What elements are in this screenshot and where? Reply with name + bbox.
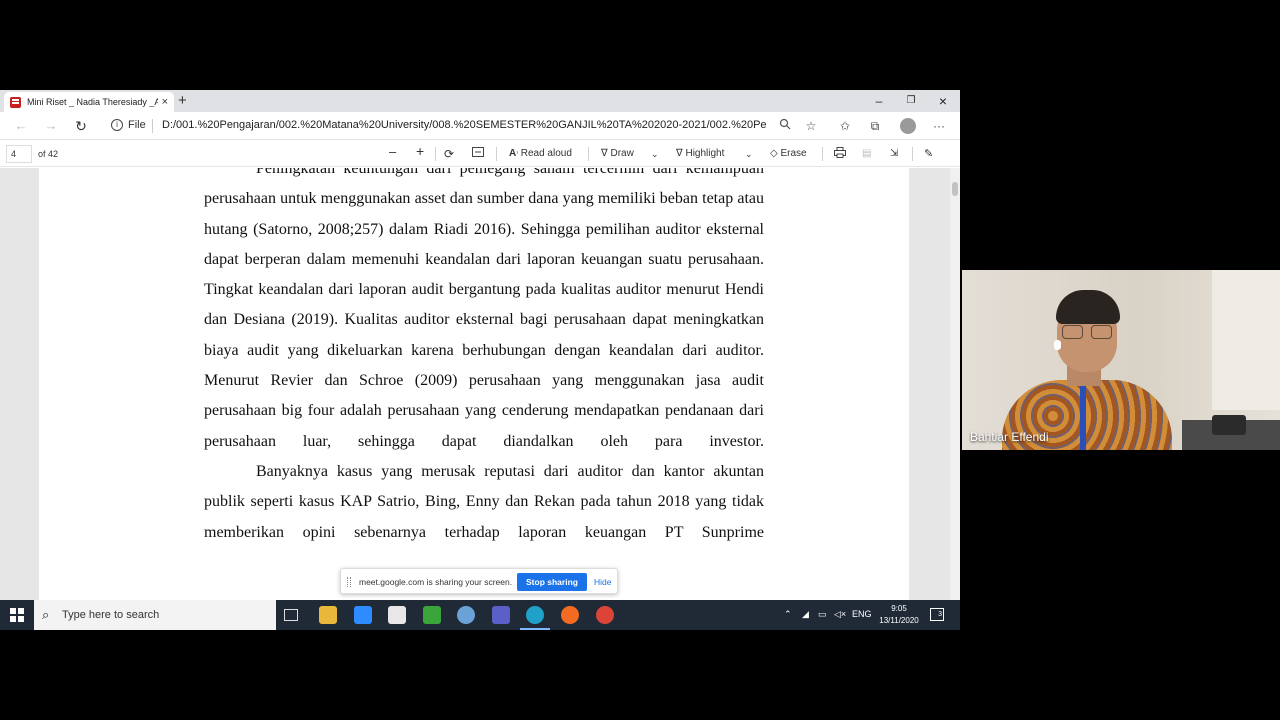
read-aloud-button[interactable]: A⁾ Read aloud — [509, 147, 572, 162]
close-window-button[interactable]: × — [934, 92, 952, 110]
page-count: of 42 — [38, 149, 59, 159]
back-icon[interactable]: ← — [12, 117, 30, 135]
pdf-scrollbar[interactable] — [950, 168, 960, 600]
profile-avatar-icon[interactable] — [900, 118, 916, 134]
drag-handle-icon[interactable] — [347, 577, 351, 587]
highlight-button[interactable]: ∇ Highlight — [676, 147, 724, 161]
windows-taskbar: ⌕ Type here to search ⌃ ◢ ▭ ◁× ENG 9:05 … — [0, 600, 960, 630]
network-icon[interactable]: ◢ — [802, 609, 809, 620]
draw-icon: ∇ — [601, 148, 608, 159]
document-paragraph-2: Banyaknya kasus yang merusak reputasi da… — [204, 462, 764, 541]
firefox-icon[interactable] — [561, 606, 579, 624]
active-app-indicator — [520, 628, 550, 630]
store-icon[interactable] — [388, 606, 406, 624]
print-icon[interactable] — [834, 147, 846, 163]
task-view-icon[interactable] — [284, 609, 298, 621]
clock-date: 13/11/2020 — [879, 616, 919, 625]
pdf-viewer[interactable]: Peningkatan keuntungan dari pemegang sah… — [0, 168, 960, 600]
clock-time: 9:05 — [891, 604, 907, 613]
highlight-options-chevron-icon[interactable]: ⌄ — [745, 147, 753, 161]
taskbar-search[interactable]: ⌕ Type here to search — [34, 600, 276, 630]
favorite-star-icon[interactable]: ☆ — [802, 117, 820, 135]
document-paragraph-1: Peningkatan keuntungan dari pemegang sah… — [204, 168, 764, 450]
zoom-app-icon[interactable] — [354, 606, 372, 624]
share-message: meet.google.com is sharing your screen. — [359, 577, 513, 587]
windows-start-icon[interactable] — [10, 608, 24, 622]
notifications-icon[interactable]: 3 — [930, 608, 944, 621]
save-as-icon[interactable]: ⇲ — [890, 147, 898, 161]
highlight-icon: ∇ — [676, 148, 683, 159]
browser-tab-bar: Mini Riset _ Nadia Theresiady _A × + – ❐… — [0, 90, 960, 112]
page-number-input[interactable]: 4 — [6, 145, 32, 163]
meeting-stage: Mini Riset _ Nadia Theresiady _A × + – ❐… — [0, 0, 1280, 720]
forward-icon[interactable]: → — [42, 117, 60, 135]
scrollbar-thumb[interactable] — [952, 182, 958, 196]
toolbar-divider — [912, 147, 913, 161]
participant-video-tile[interactable]: Bahtiar Effendi — [962, 270, 1280, 450]
restore-button[interactable]: ❐ — [902, 92, 920, 110]
video-window — [1212, 270, 1280, 410]
toolbar-divider — [822, 147, 823, 161]
highlight-label: Highlight — [685, 148, 725, 159]
read-aloud-label: Read aloud — [520, 148, 572, 159]
volume-icon[interactable]: ◁× — [834, 609, 846, 620]
toolbar-divider — [588, 147, 589, 161]
draw-label: Draw — [610, 148, 634, 159]
new-tab-button[interactable]: + — [178, 92, 187, 110]
taskbar-clock[interactable]: 9:05 13/11/2020 — [872, 603, 926, 627]
language-indicator[interactable]: ENG — [852, 609, 872, 619]
shared-screen: Mini Riset _ Nadia Theresiady _A × + – ❐… — [0, 90, 960, 630]
green-app-icon[interactable] — [423, 606, 441, 624]
erase-button[interactable]: ◇ Erase — [770, 147, 807, 161]
hide-button[interactable]: Hide — [594, 577, 611, 587]
lanyard — [1080, 382, 1086, 450]
tray-chevron-icon[interactable]: ⌃ — [784, 609, 792, 620]
search-icon: ⌕ — [42, 607, 50, 622]
address-bar: ← → ↻ i File D:/001.%20Pengajaran/002.%2… — [0, 112, 960, 140]
pdf-toolbar: 4 of 42 – + ⟳ A⁾ Read aloud ∇ Draw ⌄ ∇ H… — [0, 141, 960, 167]
zoom-icon[interactable] — [776, 117, 794, 135]
document-body: Peningkatan keuntungan dari pemegang sah… — [204, 168, 764, 548]
glasses — [1062, 325, 1112, 339]
globe-app-icon[interactable] — [457, 606, 475, 624]
zoom-out-button[interactable]: – — [389, 145, 396, 159]
screen-share-notice: meet.google.com is sharing your screen. … — [340, 568, 618, 594]
refresh-icon[interactable]: ↻ — [72, 117, 90, 135]
browser-tab[interactable]: Mini Riset _ Nadia Theresiady _A × — [4, 92, 174, 112]
more-menu-icon[interactable]: ··· — [930, 117, 948, 135]
draw-button[interactable]: ∇ Draw — [601, 147, 634, 161]
pin-toolbar-icon[interactable]: ✎ — [924, 147, 933, 161]
address-separator — [152, 119, 153, 133]
participant-name: Bahtiar Effendi — [970, 430, 1049, 444]
erase-label: Erase — [780, 148, 807, 159]
stop-sharing-button[interactable]: Stop sharing — [517, 573, 587, 591]
rotate-icon[interactable]: ⟳ — [444, 147, 454, 161]
file-explorer-icon[interactable] — [319, 606, 337, 624]
earbud — [1054, 340, 1061, 350]
tab-close-icon[interactable]: × — [162, 96, 168, 108]
desk-phone — [1212, 415, 1246, 435]
teams-icon[interactable] — [492, 606, 510, 624]
edge-icon[interactable] — [526, 606, 544, 624]
pdf-icon — [10, 96, 21, 108]
chrome-icon[interactable] — [596, 606, 614, 624]
file-label: File — [128, 119, 146, 131]
save-icon[interactable]: ▤ — [862, 147, 871, 161]
toolbar-divider — [496, 147, 497, 161]
collections-icon[interactable]: ⧉ — [866, 117, 884, 135]
zoom-in-button[interactable]: + — [416, 144, 424, 158]
url-field[interactable]: D:/001.%20Pengajaran/002.%20Matana%20Uni… — [162, 119, 767, 131]
info-icon[interactable]: i — [111, 119, 123, 131]
favorites-icon[interactable]: ✩ — [836, 117, 854, 135]
search-placeholder: Type here to search — [62, 609, 160, 621]
toolbar-divider — [435, 147, 436, 161]
minimize-button[interactable]: – — [870, 92, 888, 110]
eraser-icon: ◇ — [770, 148, 778, 159]
draw-options-chevron-icon[interactable]: ⌄ — [651, 147, 659, 161]
fit-page-icon[interactable] — [472, 147, 484, 162]
tab-title: Mini Riset _ Nadia Theresiady _A — [27, 97, 158, 107]
pdf-page: Peningkatan keuntungan dari pemegang sah… — [39, 168, 909, 600]
battery-icon[interactable]: ▭ — [818, 609, 827, 620]
